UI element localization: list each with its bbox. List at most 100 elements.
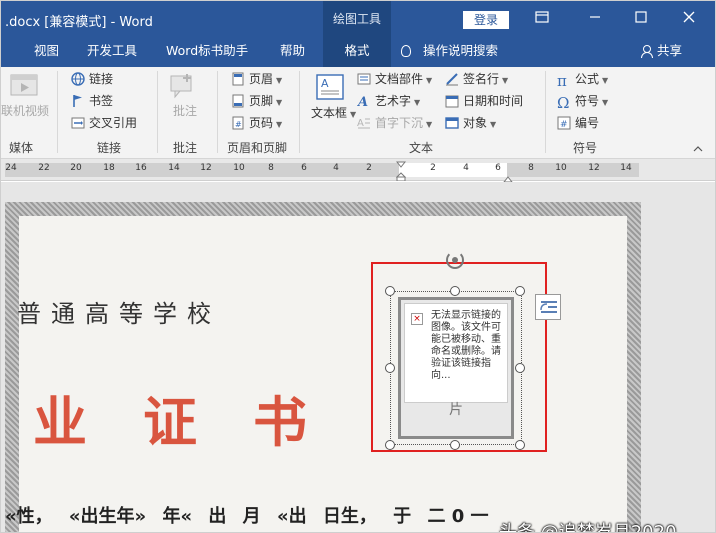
- tab-format[interactable]: 格式: [323, 37, 391, 67]
- signature-line-label: 签名行: [463, 72, 500, 86]
- svg-text:#: #: [560, 120, 568, 130]
- lightbulb-icon: [401, 45, 411, 57]
- person-icon: [641, 45, 653, 58]
- ribbon-display-options-icon[interactable]: [531, 9, 553, 29]
- group-separator: [299, 71, 300, 153]
- ruler-tick: 14: [620, 163, 632, 173]
- ruler-tick: 16: [135, 163, 147, 173]
- text-at: 于: [393, 506, 412, 527]
- broken-image-icon: ×: [411, 313, 423, 325]
- ruler-tick: 8: [268, 163, 274, 173]
- date-time-button[interactable]: 日期和时间: [445, 91, 523, 111]
- close-icon[interactable]: [678, 9, 700, 29]
- header-button[interactable]: 页眉 ▼: [231, 69, 282, 89]
- merge-field-birth-day: «出: [276, 506, 307, 527]
- minimize-icon[interactable]: [584, 9, 606, 29]
- resize-handle-bottom[interactable]: [450, 440, 460, 450]
- pi-icon: π: [557, 72, 567, 90]
- resize-handle-left[interactable]: [385, 363, 395, 373]
- online-video-label: 联机视频: [1, 104, 50, 118]
- link-label: 链接: [89, 72, 114, 86]
- ribbon: 联机视频 媒体 链接 书签 交叉引用 链接 批注 批注 页眉 ▼ 页脚 ▼ # 页码 ▼: [1, 67, 715, 159]
- drawing-tools-context-title: 绘图工具: [323, 1, 391, 37]
- cross-reference-button[interactable]: 交叉引用: [71, 113, 137, 133]
- object-button[interactable]: 对象 ▼: [445, 113, 496, 133]
- resize-handle-bottom-right[interactable]: [515, 440, 525, 450]
- svg-text:A: A: [357, 118, 364, 129]
- wordart-button[interactable]: A 艺术字 ▼: [356, 91, 420, 111]
- wordart-label: 艺术字: [375, 94, 412, 108]
- resize-handle-top-right[interactable]: [515, 286, 525, 296]
- title-bar: .docx [兼容模式] - Word 绘图工具 登录: [1, 1, 715, 37]
- ruler-tick: 22: [38, 163, 50, 173]
- link-button[interactable]: 链接: [71, 69, 113, 89]
- window-title: .docx [兼容模式] - Word: [5, 15, 153, 30]
- merge-field-birth-year: «出生年»: [68, 506, 147, 527]
- ruler-tick: 8: [528, 163, 534, 173]
- quick-parts-button[interactable]: 文档部件 ▼: [357, 69, 432, 89]
- date-time-label: 日期和时间: [463, 94, 524, 108]
- group-label-symbols: 符号: [573, 141, 598, 155]
- ruler-tick: 10: [555, 163, 567, 173]
- login-button[interactable]: 登录: [463, 11, 509, 29]
- equation-button[interactable]: π 公式 ▼: [557, 69, 608, 90]
- number-icon: #: [557, 116, 571, 130]
- merge-field-birth-month: 出: [208, 506, 227, 527]
- wordart-icon: A: [356, 94, 371, 110]
- text-month: 月: [242, 506, 261, 527]
- ruler-tick: 6: [301, 163, 307, 173]
- ruler-tick: 24: [5, 163, 17, 173]
- group-label-media: 媒体: [9, 141, 34, 155]
- footer-button[interactable]: 页脚 ▼: [231, 91, 282, 111]
- merge-field-gender: «性，: [5, 506, 53, 527]
- maximize-icon[interactable]: [630, 9, 652, 29]
- group-label-links: 链接: [97, 141, 122, 155]
- resize-handle-top-left[interactable]: [385, 286, 395, 296]
- numbering-button[interactable]: # 编号: [557, 113, 599, 133]
- signature-line-button[interactable]: 签名行 ▼: [445, 69, 508, 89]
- text-year-prefix: 二 0 一: [427, 506, 489, 527]
- textbox-label[interactable]: 文本框 ▼: [311, 103, 356, 123]
- ruler-tick: 20: [70, 163, 82, 173]
- certificate-merge-field-line: «性， «出生年» 年« 出 月 «出 日生， 于 二 0 一: [5, 502, 499, 528]
- dropcap-button[interactable]: A 首字下沉 ▼: [357, 113, 432, 133]
- collapse-ribbon-icon[interactable]: [693, 143, 703, 156]
- watermark-text: 头条 @追梦岁月2020: [499, 522, 677, 533]
- new-comment-icon[interactable]: [167, 73, 203, 101]
- footer-icon: [231, 94, 245, 108]
- group-separator: [545, 71, 546, 153]
- dropcap-icon: A: [357, 116, 371, 130]
- footer-label: 页脚: [249, 94, 274, 108]
- ribbon-tabs: 视图 开发工具 Word标书助手 帮助 格式 操作说明搜索 共享: [1, 37, 715, 67]
- page-number-button[interactable]: # 页码 ▼: [231, 113, 282, 133]
- school-type-text: 普通高等学校: [17, 300, 221, 328]
- share-button[interactable]: 共享: [641, 37, 682, 67]
- document-area[interactable]: 普通高等学校 业证书 «性， «出生年» 年« 出 月 «出 日生， 于 二 0…: [1, 182, 715, 533]
- rotate-handle-center: [452, 257, 458, 263]
- tell-me-search[interactable]: 操作说明搜索: [401, 37, 498, 67]
- certificate-title: 业证书: [33, 390, 363, 454]
- svg-text:A: A: [357, 95, 368, 108]
- bookmark-button[interactable]: 书签: [71, 91, 113, 111]
- online-video-icon[interactable]: [7, 73, 47, 101]
- photo-placeholder-char: 片: [449, 402, 463, 418]
- cross-reference-label: 交叉引用: [89, 116, 138, 130]
- tab-view[interactable]: 视图: [34, 37, 59, 67]
- symbol-button[interactable]: Ω 符号 ▼: [557, 91, 608, 112]
- resize-handle-top[interactable]: [450, 286, 460, 296]
- omega-icon: Ω: [557, 94, 570, 112]
- tab-word-bid-helper[interactable]: Word标书助手: [166, 37, 248, 67]
- horizontal-ruler[interactable]: 24 22 20 18 16 14 12 10 8 6 4 2 2 4 6 8 …: [1, 159, 715, 183]
- ruler-tick: 4: [333, 163, 339, 173]
- quick-parts-icon: [357, 72, 371, 86]
- svg-text:A: A: [321, 77, 329, 90]
- tab-help[interactable]: 帮助: [280, 37, 305, 67]
- group-label-text: 文本: [409, 141, 434, 155]
- layout-options-icon[interactable]: [535, 294, 561, 320]
- resize-handle-right[interactable]: [515, 363, 525, 373]
- word-window: .docx [兼容模式] - Word 绘图工具 登录 视图 开发工具 Word…: [0, 0, 716, 533]
- tab-developer[interactable]: 开发工具: [87, 37, 137, 67]
- textbox-icon[interactable]: A: [315, 73, 345, 103]
- resize-handle-bottom-left[interactable]: [385, 440, 395, 450]
- ruler-tick: 10: [233, 163, 245, 173]
